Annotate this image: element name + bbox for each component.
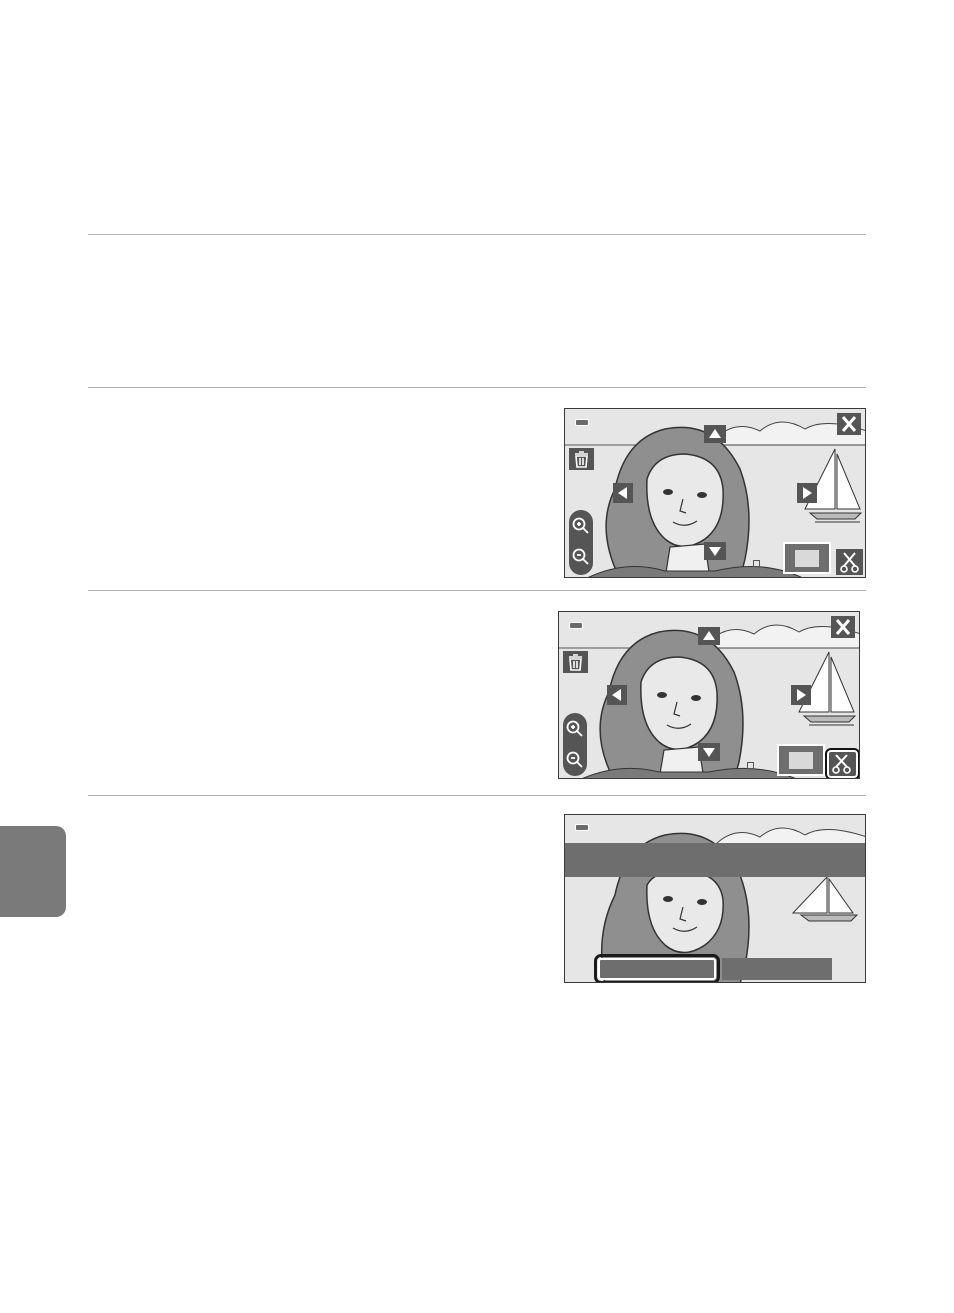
delete-button[interactable] — [569, 448, 594, 470]
zoom-in-icon — [566, 720, 583, 737]
zoom-in-icon — [572, 517, 589, 534]
battery-icon — [569, 622, 583, 629]
close-icon — [835, 619, 851, 635]
confirm-yes-button[interactable] — [594, 954, 720, 982]
battery-icon — [575, 419, 589, 426]
camera-screen-step-2 — [558, 611, 860, 779]
delete-button[interactable] — [563, 651, 588, 673]
crop-button[interactable] — [836, 549, 863, 575]
scroll-right-button[interactable] — [791, 685, 811, 705]
crop-scissors-icon — [840, 552, 859, 573]
divider-rule — [88, 234, 866, 235]
position-indicator-icon — [747, 762, 754, 769]
close-icon — [841, 416, 857, 432]
confirm-banner — [565, 843, 865, 877]
crop-frame-icon — [789, 752, 813, 769]
zoom-out-icon — [566, 751, 583, 768]
crop-frame-icon — [795, 550, 819, 567]
arrow-right-icon — [803, 487, 812, 499]
position-indicator-icon — [753, 560, 760, 567]
divider-rule — [88, 795, 866, 796]
scroll-left-button[interactable] — [613, 483, 633, 503]
battery-icon — [575, 824, 589, 831]
zoom-in-button[interactable] — [563, 715, 587, 743]
divider-rule — [88, 590, 866, 591]
crop-frame-indicator — [783, 542, 831, 574]
arrow-left-icon — [618, 487, 627, 499]
zoom-out-button[interactable] — [569, 543, 593, 571]
arrow-left-icon — [612, 689, 621, 701]
arrow-down-icon — [703, 748, 715, 757]
zoom-out-icon — [572, 548, 589, 565]
arrow-up-icon — [709, 429, 721, 438]
delete-icon — [569, 654, 582, 671]
chapter-side-tab — [0, 826, 66, 917]
scroll-up-button[interactable] — [698, 627, 720, 645]
arrow-up-icon — [703, 631, 715, 640]
scroll-up-button[interactable] — [704, 425, 726, 443]
close-button[interactable] — [837, 413, 861, 435]
camera-screen-step-3 — [564, 814, 866, 983]
scroll-down-button[interactable] — [698, 743, 720, 761]
zoom-in-button[interactable] — [569, 512, 593, 540]
crop-button[interactable] — [825, 748, 859, 778]
camera-screen-step-1 — [564, 408, 866, 578]
confirm-no-button[interactable] — [722, 958, 832, 980]
zoom-out-button[interactable] — [563, 746, 587, 774]
arrow-down-icon — [709, 547, 721, 556]
crop-frame-indicator — [777, 744, 825, 776]
arrow-right-icon — [797, 689, 806, 701]
scroll-down-button[interactable] — [704, 542, 726, 560]
delete-icon — [575, 451, 588, 468]
crop-scissors-icon — [832, 754, 851, 774]
scroll-left-button[interactable] — [607, 685, 627, 705]
close-button[interactable] — [831, 616, 855, 638]
divider-rule — [88, 387, 866, 388]
scroll-right-button[interactable] — [797, 483, 817, 503]
